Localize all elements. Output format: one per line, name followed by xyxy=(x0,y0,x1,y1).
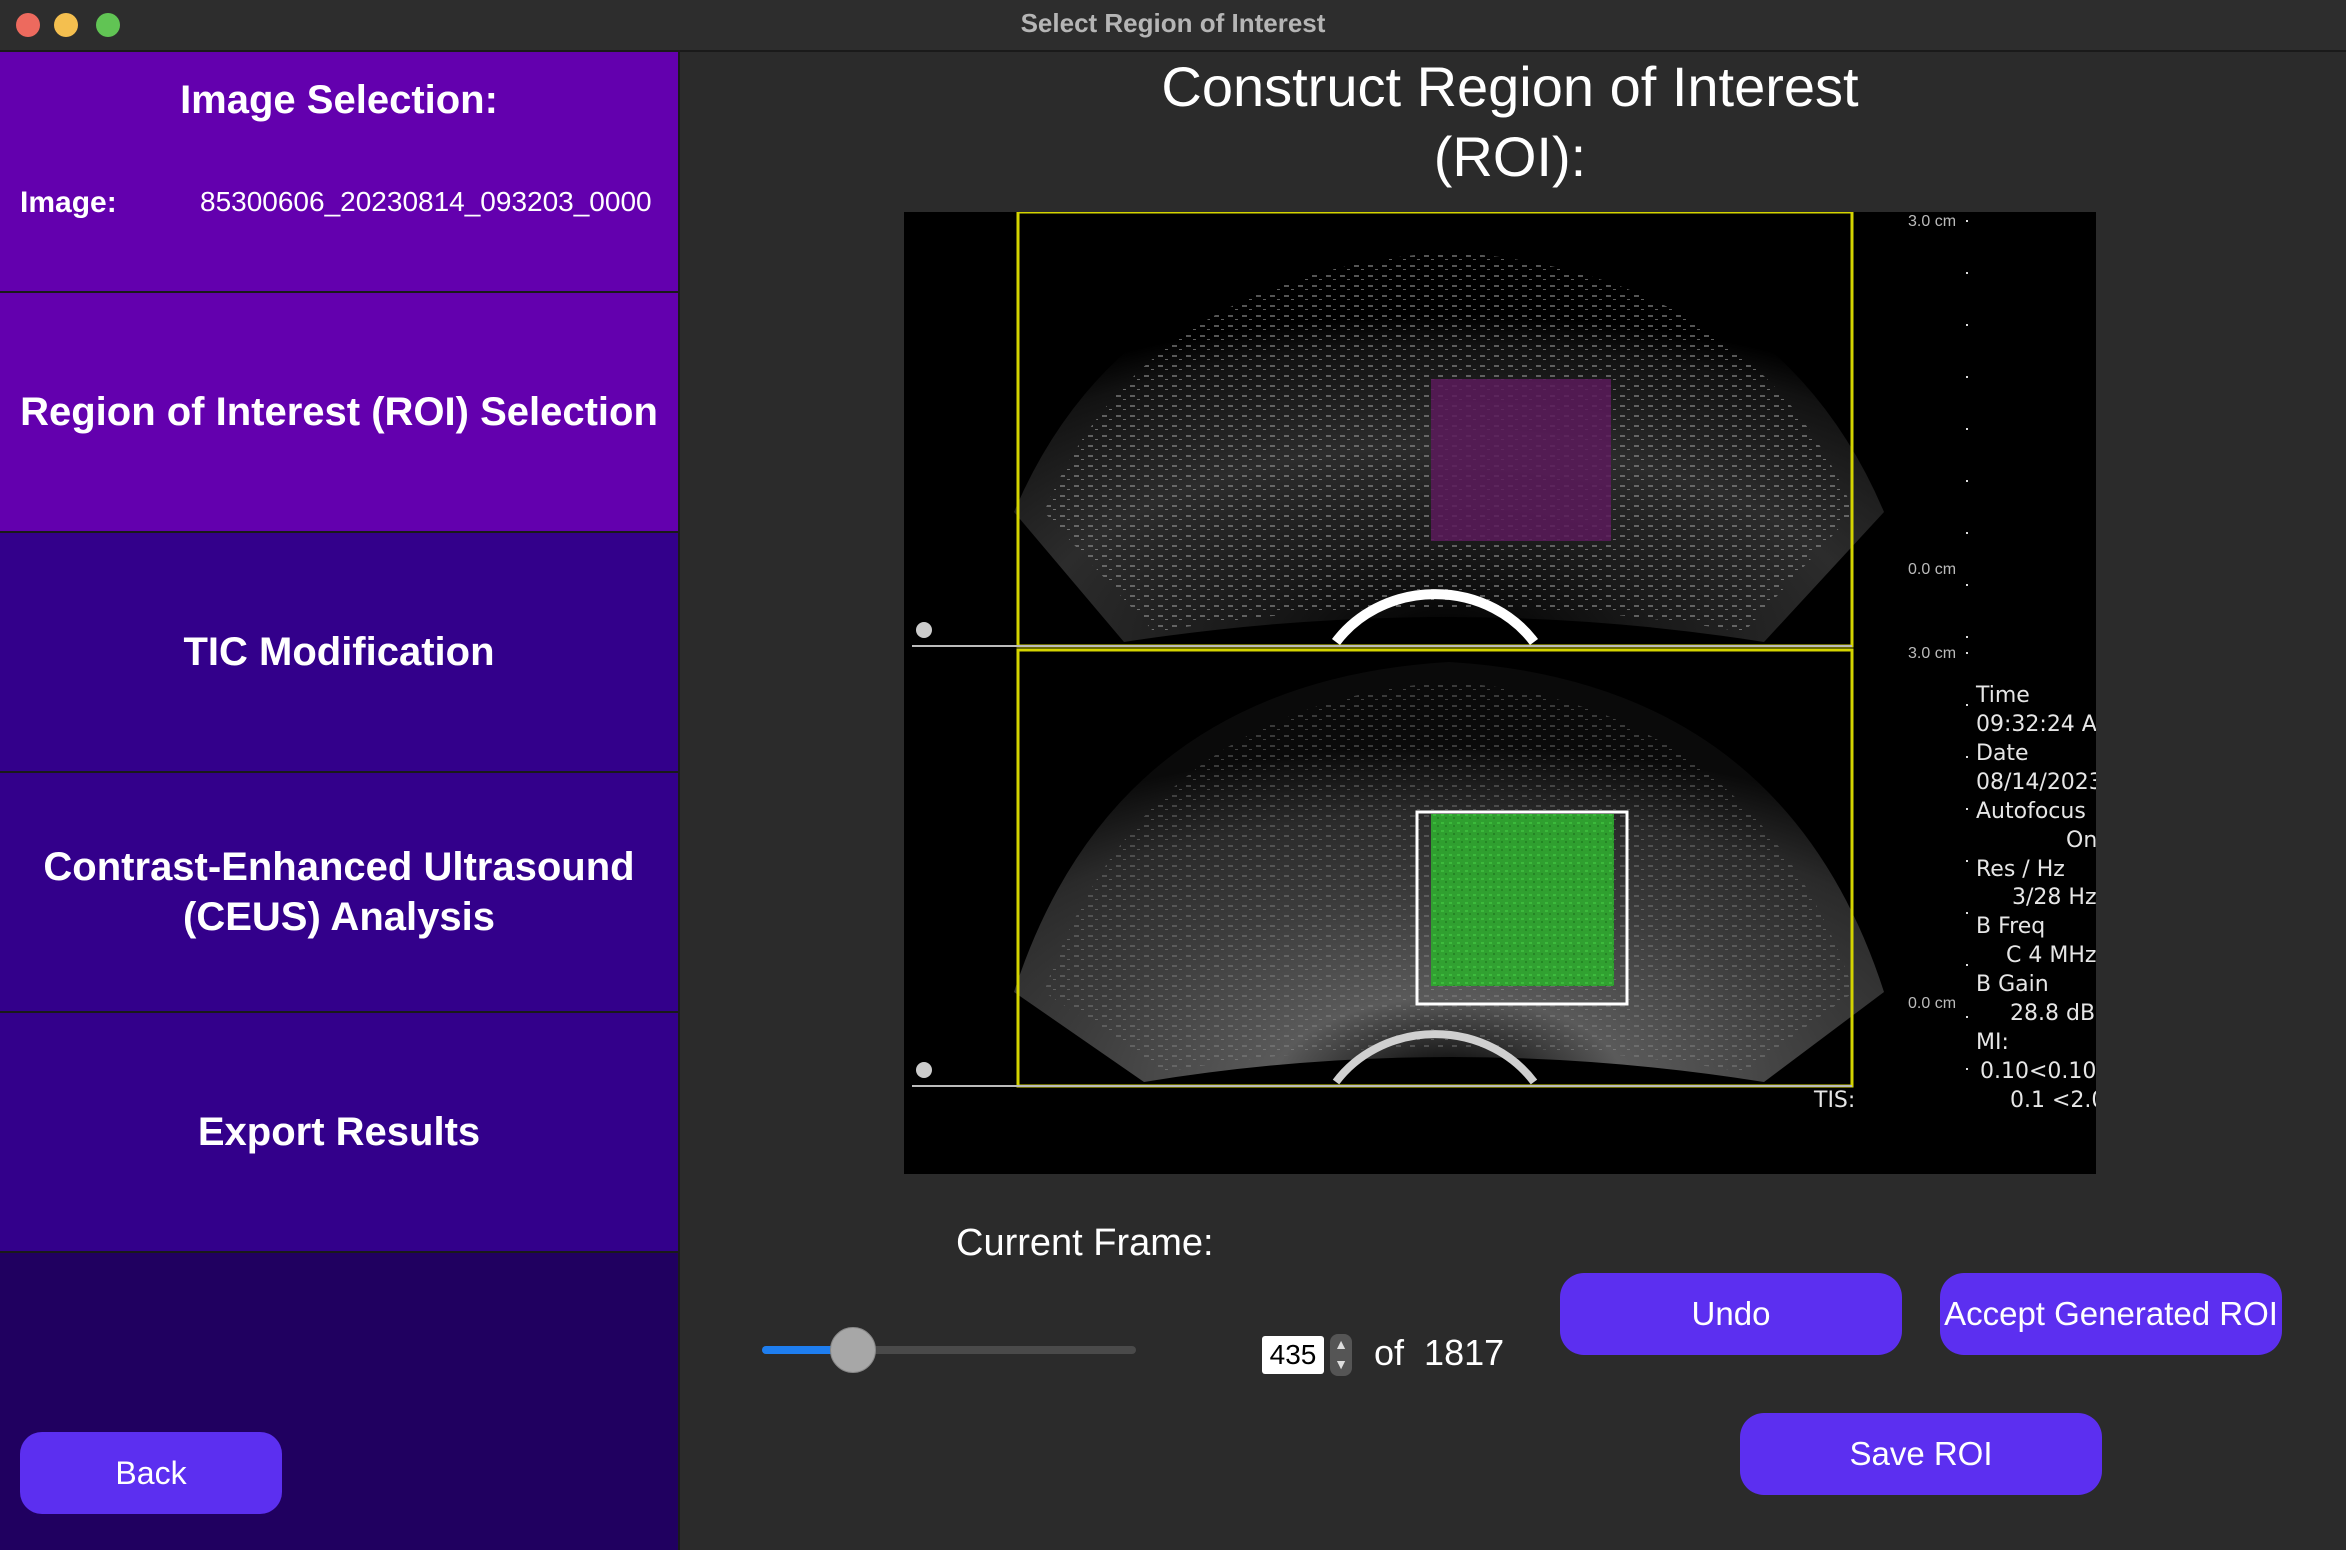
scale-label: 0.0 cm xyxy=(1908,995,1956,1012)
time-label: Time xyxy=(1975,683,2030,708)
page-title: Construct Region of Interest (ROI): xyxy=(1060,52,1960,192)
res-value: 3/28 Hz xyxy=(2012,885,2096,910)
sidebar-item-label: TIC Modification xyxy=(183,629,495,674)
current-frame-label: Current Frame: xyxy=(956,1222,1214,1264)
frame-total: of 1817 xyxy=(1374,1332,1504,1374)
sidebar-item-label: Region of Interest (ROI) Selection xyxy=(20,389,658,434)
roi-generated-overlay xyxy=(1431,814,1614,986)
sidebar-item-tic-modification[interactable]: TIC Modification xyxy=(0,533,680,773)
undo-button[interactable]: Undo xyxy=(1560,1273,1902,1355)
image-label: Image: xyxy=(20,186,117,219)
focus-marker-bottom xyxy=(916,1062,932,1078)
image-selection-title: Image Selection: xyxy=(180,78,498,122)
bfreq-value: C 4 MHz xyxy=(2006,943,2096,968)
date-label: Date xyxy=(1976,741,2029,766)
back-button[interactable]: Back xyxy=(20,1432,282,1514)
ultrasound-image: 3.0 cm 0.0 cm 3.0 cm 0.0 cm Time 09:32:2… xyxy=(912,212,2096,1113)
accept-generated-roi-button[interactable]: Accept Generated ROI xyxy=(1940,1273,2282,1355)
mi-label: MI: xyxy=(1976,1030,2009,1055)
scale-label: 0.0 cm xyxy=(1908,561,1956,578)
ceus-label-line1: Contrast-Enhanced Ultrasound xyxy=(43,845,635,889)
frame-total-value: 1817 xyxy=(1424,1332,1505,1373)
sidebar-item-ceus-analysis[interactable]: Contrast-Enhanced Ultrasound (CEUS) Anal… xyxy=(0,773,680,1013)
sidebar-item-label: Export Results xyxy=(197,1109,481,1154)
autofocus-label: Autofocus xyxy=(1976,799,2086,824)
ceus-label-line2: (CEUS) Analysis xyxy=(183,895,495,939)
frame-spin-arrows[interactable]: ▲ ▼ xyxy=(1330,1334,1352,1376)
scale-label: 3.0 cm xyxy=(1908,645,1956,662)
sidebar-item-export-results[interactable]: Export Results xyxy=(0,1013,680,1253)
frame-of-label: of xyxy=(1374,1332,1405,1373)
frame-number-input[interactable]: 435 xyxy=(1262,1336,1324,1374)
sidebar-item-roi-selection[interactable]: Region of Interest (ROI) Selection xyxy=(0,293,680,533)
bgain-label: B Gain xyxy=(1976,972,2049,997)
save-roi-button[interactable]: Save ROI xyxy=(1740,1413,2102,1495)
time-value: 09:32:24 AM xyxy=(1976,712,2096,737)
tis-label: TIS: xyxy=(1813,1088,1855,1113)
chevron-up-icon[interactable]: ▲ xyxy=(1334,1336,1348,1352)
roi-contrast-overlay xyxy=(1431,379,1611,541)
focus-marker-top xyxy=(916,622,932,638)
page-title-line2: (ROI): xyxy=(1433,125,1587,188)
sidebar: Image Selection: Image: 85300606_2023081… xyxy=(0,52,682,1550)
page-title-line1: Construct Region of Interest xyxy=(1161,55,1859,118)
frame-slider[interactable] xyxy=(762,1327,1136,1373)
bgain-value: 28.8 dB xyxy=(2010,1001,2095,1026)
image-filename: 85300606_20230814_093203_0000 xyxy=(200,186,652,217)
ultrasound-canvas[interactable]: 3.0 cm 0.0 cm 3.0 cm 0.0 cm Time 09:32:2… xyxy=(904,212,2096,1174)
sidebar-item-label: Contrast-Enhanced Ultrasound (CEUS) Anal… xyxy=(43,842,634,942)
tis-value: 0.1 <2.0 xyxy=(2010,1088,2096,1113)
date-value: 08/14/2023 xyxy=(1976,770,2096,795)
title-bar: Select Region of Interest xyxy=(0,0,2346,52)
res-label: Res / Hz xyxy=(1976,857,2065,882)
autofocus-value: On xyxy=(2066,828,2096,853)
frame-slider-thumb[interactable] xyxy=(829,1327,876,1373)
mi-value: 0.10<0.10 xyxy=(1980,1059,2096,1084)
chevron-down-icon[interactable]: ▼ xyxy=(1334,1356,1348,1372)
sidebar-image-selection[interactable]: Image Selection: Image: 85300606_2023081… xyxy=(0,52,680,293)
window-title: Select Region of Interest xyxy=(1020,8,1326,38)
bfreq-label: B Freq xyxy=(1976,914,2045,939)
scale-label: 3.0 cm xyxy=(1908,213,1956,230)
